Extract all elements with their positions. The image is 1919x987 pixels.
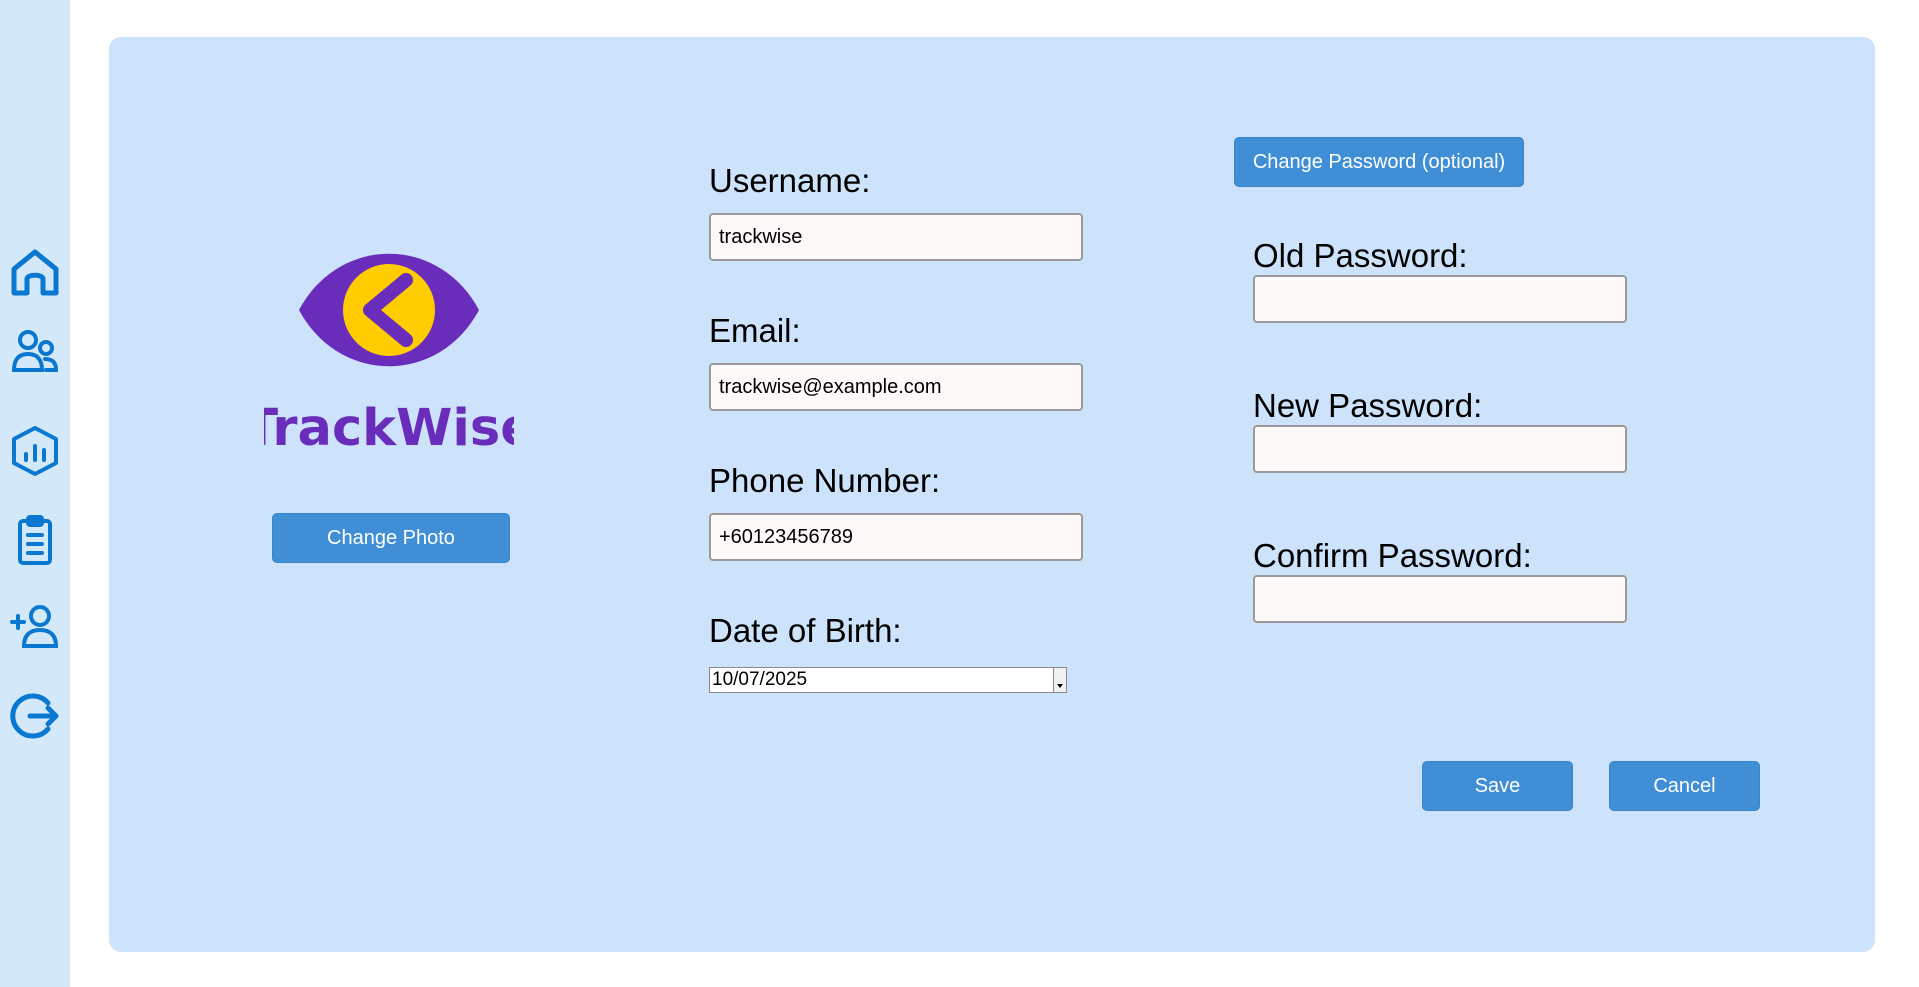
- email-label: Email:: [709, 312, 801, 349]
- email-input[interactable]: [709, 363, 1083, 411]
- sidebar: [0, 0, 70, 987]
- new-password-input[interactable]: [1253, 425, 1627, 473]
- username-label: Username:: [709, 162, 871, 199]
- new-password-label: New Password:: [1253, 387, 1483, 424]
- save-button[interactable]: Save: [1422, 761, 1573, 811]
- phone-input[interactable]: [709, 513, 1083, 561]
- phone-label: Phone Number:: [709, 462, 941, 499]
- cancel-button[interactable]: Cancel: [1609, 761, 1760, 811]
- change-password-toggle-button[interactable]: Change Password (optional): [1234, 137, 1524, 187]
- logo-text: TrackWise: [264, 399, 514, 458]
- analytics-hexagon-icon[interactable]: [8, 424, 62, 478]
- profile-card: [109, 37, 1875, 952]
- confirm-password-label: Confirm Password:: [1253, 537, 1532, 574]
- username-input[interactable]: [709, 213, 1083, 261]
- old-password-input[interactable]: [1253, 275, 1627, 323]
- dob-value: 10/07/2025: [712, 669, 808, 690]
- trackwise-logo: TrackWise: [243, 240, 535, 460]
- confirm-password-input[interactable]: [1253, 575, 1627, 623]
- dob-date-picker[interactable]: 10/07/2025: [709, 667, 1067, 693]
- clipboard-icon[interactable]: [8, 513, 62, 567]
- old-password-label: Old Password:: [1253, 237, 1468, 274]
- users-icon[interactable]: [8, 326, 62, 380]
- dob-label: Date of Birth:: [709, 612, 902, 649]
- change-photo-button[interactable]: Change Photo: [272, 513, 510, 563]
- dropdown-arrow-icon[interactable]: [1053, 668, 1066, 692]
- logout-icon[interactable]: [8, 689, 62, 743]
- user-plus-icon[interactable]: [8, 600, 62, 654]
- home-icon[interactable]: [8, 245, 62, 299]
